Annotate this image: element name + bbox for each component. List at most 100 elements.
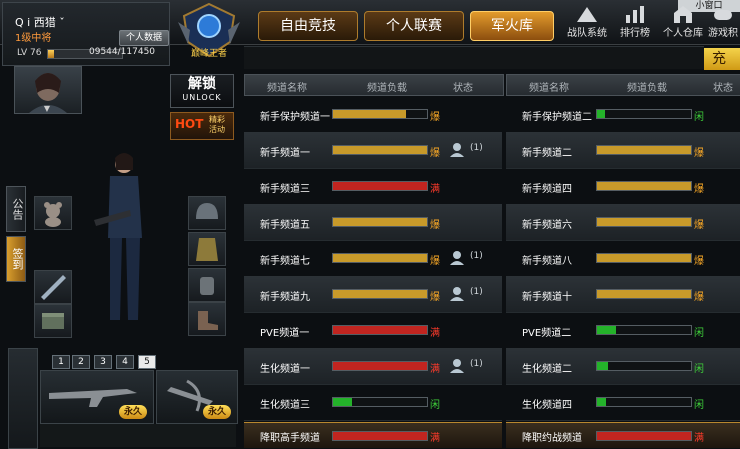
channel-name: PVE频道二 [522,328,572,339]
warehouse-label: 个人仓库 [663,28,703,39]
channel-name: 降职约战频道 [522,433,582,444]
secondary-weapon-card[interactable]: 永久 [156,370,238,424]
hot-events-label: 精彩 活动 [209,115,225,134]
channel-row[interactable]: 新手保护频道二 闲 [506,96,740,133]
channel-row[interactable]: 生化频道二 闲 [506,348,740,385]
channel-row[interactable]: 新手频道九 爆 (1) [244,276,502,313]
channel-name: 新手频道十 [522,292,572,303]
channel-status: 爆 [694,292,704,303]
channel-status: 爆 [430,148,440,159]
channel-row[interactable]: 新手频道四 爆 [506,168,740,205]
channel-row[interactable]: 新手频道一 爆 (1) [244,132,502,169]
primary-weapon-card[interactable]: 永久 [40,370,154,424]
channel-row[interactable]: PVE频道一 满 [244,312,502,349]
channel-load-bar [596,109,692,119]
channel-status: 闲 [430,400,440,411]
header-status: 状态 [713,83,733,94]
slot-helmet[interactable] [188,196,226,230]
weapon-tab-5[interactable]: 5 [138,355,156,369]
slot-melee[interactable] [34,270,72,304]
slot-pet[interactable] [34,196,72,230]
slot-armor[interactable] [188,232,226,266]
warehouse-button[interactable]: 个人仓库 [660,4,706,44]
weapon-tab-1[interactable]: 1 [52,355,70,369]
channel-name: 新手频道二 [522,148,572,159]
channel-row[interactable]: 生化频道一 满 (1) [244,348,502,385]
channel-load-bar [332,253,428,263]
channel-name: 降职高手频道 [260,433,320,444]
slot-gloves[interactable] [188,268,226,302]
recharge-button[interactable]: 充 [704,48,740,70]
team-system-label: 战队系统 [567,28,607,39]
channel-row[interactable]: 新手频道七 爆 (1) [244,240,502,277]
channel-row[interactable]: PVE频道二 闲 [506,312,740,349]
weapon-slot-row [40,424,236,447]
chevron-down-icon[interactable]: ▼ [40,104,54,113]
channel-row[interactable]: 生化频道四 闲 [506,384,740,421]
tab-individual-league[interactable]: 个人联赛 [364,11,464,41]
level-label: LV 76 [17,48,42,58]
channel-load-bar [332,431,428,441]
slot-boots[interactable] [188,302,226,336]
channel-row[interactable]: 新手保护频道一 爆 [244,96,502,133]
channel-status: 闲 [694,328,704,339]
channel-row[interactable]: 生化频道三 闲 [244,384,502,421]
channel-load-bar [332,109,428,119]
character-figure [94,153,142,320]
exp-bar-fill [48,50,54,58]
slot-grenade[interactable] [34,304,72,338]
friends-online-icon [450,287,464,301]
channel-row[interactable]: 新手频道五 爆 [244,204,502,241]
permanent-badge: 永久 [119,405,147,419]
weapon-tab-2[interactable]: 2 [72,355,90,369]
channel-row[interactable]: 新手频道三 满 [244,168,502,205]
team-icon [577,7,597,22]
nickname: Q i 西猎 ˇ [15,16,65,29]
channel-row-special-left[interactable]: 降职高手频道 满 [244,422,502,448]
hot-events-button[interactable]: HOT 精彩 活动 [170,112,234,140]
game-button[interactable]: 游戏积 [706,4,740,44]
channel-row[interactable]: 新手频道二 爆 [506,132,740,169]
friends-online-count: (1) [470,143,483,153]
channel-name: 新手频道三 [260,184,310,195]
unlock-button[interactable]: 解锁 UNLOCK [170,74,234,108]
channel-name: 生化频道一 [260,364,310,375]
gloves-icon [200,277,214,295]
channel-load-fill [333,182,427,190]
channel-load-bar [596,145,692,155]
tab-sign-in[interactable]: 签到 [6,236,26,282]
channel-load-bar [332,361,428,371]
channel-load-fill [333,398,352,406]
weapon-tab-4[interactable]: 4 [116,355,134,369]
channel-status: 爆 [694,184,704,195]
channel-load-bar [596,253,692,263]
personal-data-button[interactable]: 个人数据 [119,30,169,46]
hot-tag: HOT [175,117,204,131]
channel-status: 满 [694,433,704,444]
rank-emblem[interactable]: 巅峰王者 [176,2,242,60]
tab-free-arena[interactable]: 自由竞技 [258,11,358,41]
channel-status: 闲 [694,400,704,411]
header-channel-name: 频道名称 [529,83,569,94]
channel-load-bar [596,217,692,227]
friends-online-icon [450,251,464,265]
channel-row[interactable]: 新手频道八 爆 [506,240,740,277]
channel-name: 生化频道四 [522,400,572,411]
tab-announcement[interactable]: 公告 [6,186,26,232]
channel-load-bar [332,217,428,227]
channel-row[interactable]: 新手频道十 爆 [506,276,740,313]
channel-row[interactable]: 新手频道六 爆 [506,204,740,241]
channel-row-special-right[interactable]: 降职约战频道 满 [506,422,740,448]
weapon-tab-3[interactable]: 3 [94,355,112,369]
header-channel-load: 频道负载 [367,83,407,94]
ranking-button[interactable]: 排行榜 [612,4,658,44]
channel-load-fill [597,146,691,154]
channel-load-fill [333,290,427,298]
channel-status: 满 [430,184,440,195]
tab-arsenal[interactable]: 军火库 [470,11,554,41]
team-system-button[interactable]: 战队系统 [564,4,610,44]
friends-online-icon [450,359,464,373]
channel-load-fill [597,362,609,370]
channel-load-fill [597,398,607,406]
channel-load-bar [332,181,428,191]
